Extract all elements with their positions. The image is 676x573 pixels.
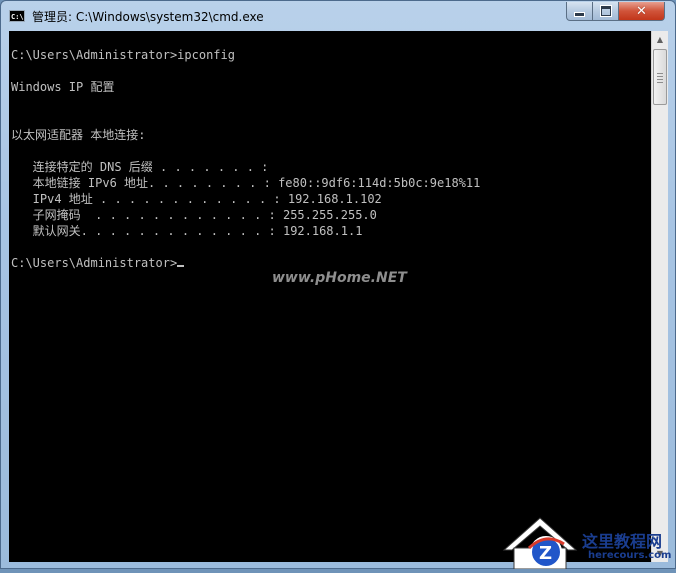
logo-subtext: herecours.com [588, 550, 672, 561]
text-cursor [177, 265, 185, 267]
console-line: 连接特定的 DNS 后缀 . . . . . . . : [11, 160, 269, 174]
maximize-icon [599, 5, 612, 17]
logo-house-icon: Z [502, 517, 578, 570]
site-logo: Z 这里教程网 herecours.com [500, 514, 676, 570]
scroll-up-button[interactable]: ▲ [652, 31, 668, 48]
close-icon: ✕ [636, 3, 647, 19]
close-button[interactable]: ✕ [618, 2, 665, 21]
title-bar[interactable]: C:\ 管理员: C:\Windows\system32\cmd.exe ✕ [1, 1, 675, 31]
console-line: C:\Users\Administrator> [11, 256, 178, 270]
grip-line [657, 79, 663, 80]
console-line: IPv4 地址 . . . . . . . . . . . . : 192.16… [11, 192, 382, 206]
cmd-window: C:\ 管理员: C:\Windows\system32\cmd.exe ✕ C… [0, 0, 676, 569]
arrow-up-icon: ▲ [656, 35, 664, 44]
maximize-button[interactable] [592, 2, 619, 21]
grip-line [657, 82, 663, 83]
grip-line [657, 73, 663, 74]
console-line: 本地链接 IPv6 地址. . . . . . . . : fe80::9df6… [11, 176, 481, 190]
window-title: 管理员: C:\Windows\system32\cmd.exe [32, 10, 264, 24]
console-area[interactable]: C:\Users\Administrator>ipconfig Windows … [9, 31, 651, 562]
logo-text: 这里教程网 [582, 532, 663, 551]
watermark: www.pHome.NET [272, 270, 407, 286]
logo-letter: Z [539, 543, 552, 564]
vertical-scrollbar[interactable]: ▲ ▼ [651, 31, 668, 562]
console-line: 子网掩码 . . . . . . . . . . . . : 255.255.2… [11, 208, 377, 222]
minimize-icon [574, 11, 585, 17]
console-line: C:\Users\Administrator>ipconfig [11, 48, 235, 62]
cmd-icon[interactable]: C:\ [9, 10, 25, 22]
console-line: 默认网关. . . . . . . . . . . . . : 192.168.… [11, 224, 363, 238]
prompt-line[interactable]: C:\Users\Administrator> [11, 256, 185, 270]
console-line: Windows IP 配置 [11, 80, 115, 94]
console-output: C:\Users\Administrator>ipconfig Windows … [11, 47, 480, 271]
scroll-thumb[interactable] [653, 49, 667, 105]
grip-line [657, 76, 663, 77]
minimize-button[interactable] [566, 2, 593, 21]
console-line: 以太网适配器 本地连接: [11, 128, 146, 142]
